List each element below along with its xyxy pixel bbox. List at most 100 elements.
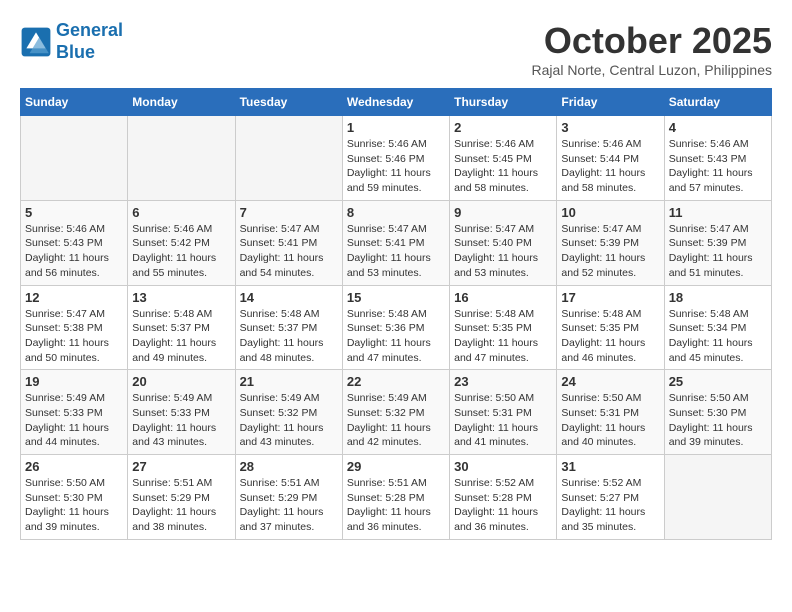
calendar-cell: 2 Sunrise: 5:46 AM Sunset: 5:45 PM Daylig… — [450, 116, 557, 201]
calendar-cell: 23Sunrise: 5:50 AM Sunset: 5:31 PM Dayli… — [450, 370, 557, 455]
day-number: 16 — [454, 290, 552, 305]
location: Rajal Norte, Central Luzon, Philippines — [532, 62, 772, 78]
day-info: Sunrise: 5:46 AM Sunset: 5:42 PM Dayligh… — [132, 222, 230, 281]
day-number: 30 — [454, 459, 552, 474]
day-info: Sunrise: 5:51 AM Sunset: 5:29 PM Dayligh… — [132, 476, 230, 535]
logo: General Blue — [20, 20, 123, 63]
day-info: Sunrise: 5:48 AM Sunset: 5:35 PM Dayligh… — [561, 307, 659, 366]
day-number: 8 — [347, 205, 445, 220]
day-info: Sunrise: 5:48 AM Sunset: 5:35 PM Dayligh… — [454, 307, 552, 366]
day-number: 13 — [132, 290, 230, 305]
calendar-cell: 20Sunrise: 5:49 AM Sunset: 5:33 PM Dayli… — [128, 370, 235, 455]
day-info: Sunrise: 5:52 AM Sunset: 5:27 PM Dayligh… — [561, 476, 659, 535]
calendar-cell: 30 Sunrise: 5:52 AM Sunset: 5:28 PM Dayli… — [450, 455, 557, 540]
day-info: Sunrise: 5:47 AM Sunset: 5:40 PM Dayligh… — [454, 222, 552, 281]
calendar-cell: 15Sunrise: 5:48 AM Sunset: 5:36 PM Dayli… — [342, 285, 449, 370]
page-header: General Blue October 2025 Rajal Norte, C… — [20, 20, 772, 78]
logo-icon — [20, 26, 52, 58]
calendar-cell: 19Sunrise: 5:49 AM Sunset: 5:33 PM Dayli… — [21, 370, 128, 455]
calendar-cell: 26 Sunrise: 5:50 AM Sunset: 5:30 PM Dayli… — [21, 455, 128, 540]
calendar-week-row: 1 Sunrise: 5:46 AM Sunset: 5:46 PM Daylig… — [21, 116, 772, 201]
day-number: 14 — [240, 290, 338, 305]
calendar-week-row: 12Sunrise: 5:47 AM Sunset: 5:38 PM Dayli… — [21, 285, 772, 370]
day-info: Sunrise: 5:49 AM Sunset: 5:32 PM Dayligh… — [240, 391, 338, 450]
day-number: 25 — [669, 374, 767, 389]
day-number: 22 — [347, 374, 445, 389]
calendar-cell: 11Sunrise: 5:47 AM Sunset: 5:39 PM Dayli… — [664, 200, 771, 285]
day-info: Sunrise: 5:48 AM Sunset: 5:37 PM Dayligh… — [132, 307, 230, 366]
calendar-cell: 10Sunrise: 5:47 AM Sunset: 5:39 PM Dayli… — [557, 200, 664, 285]
calendar-cell: 5 Sunrise: 5:46 AM Sunset: 5:43 PM Daylig… — [21, 200, 128, 285]
day-info: Sunrise: 5:49 AM Sunset: 5:32 PM Dayligh… — [347, 391, 445, 450]
calendar-cell: 13 Sunrise: 5:48 AM Sunset: 5:37 PM Dayli… — [128, 285, 235, 370]
day-info: Sunrise: 5:52 AM Sunset: 5:28 PM Dayligh… — [454, 476, 552, 535]
day-number: 4 — [669, 120, 767, 135]
day-number: 18 — [669, 290, 767, 305]
calendar-cell: 18Sunrise: 5:48 AM Sunset: 5:34 PM Dayli… — [664, 285, 771, 370]
weekday-header-cell: Saturday — [664, 89, 771, 116]
weekday-header-cell: Thursday — [450, 89, 557, 116]
day-info: Sunrise: 5:46 AM Sunset: 5:43 PM Dayligh… — [669, 137, 767, 196]
day-number: 20 — [132, 374, 230, 389]
calendar-cell: 24Sunrise: 5:50 AM Sunset: 5:31 PM Dayli… — [557, 370, 664, 455]
calendar-cell: 28 Sunrise: 5:51 AM Sunset: 5:29 PM Dayli… — [235, 455, 342, 540]
calendar-cell: 29 Sunrise: 5:51 AM Sunset: 5:28 PM Dayli… — [342, 455, 449, 540]
day-number: 9 — [454, 205, 552, 220]
day-info: Sunrise: 5:51 AM Sunset: 5:29 PM Dayligh… — [240, 476, 338, 535]
logo-text: General Blue — [56, 20, 123, 63]
calendar-cell: 31 Sunrise: 5:52 AM Sunset: 5:27 PM Dayli… — [557, 455, 664, 540]
calendar-cell: 7 Sunrise: 5:47 AM Sunset: 5:41 PM Daylig… — [235, 200, 342, 285]
day-info: Sunrise: 5:46 AM Sunset: 5:45 PM Dayligh… — [454, 137, 552, 196]
day-info: Sunrise: 5:50 AM Sunset: 5:30 PM Dayligh… — [25, 476, 123, 535]
calendar-cell: 12Sunrise: 5:47 AM Sunset: 5:38 PM Dayli… — [21, 285, 128, 370]
calendar-cell — [21, 116, 128, 201]
day-number: 27 — [132, 459, 230, 474]
day-number: 12 — [25, 290, 123, 305]
day-number: 28 — [240, 459, 338, 474]
calendar-week-row: 26 Sunrise: 5:50 AM Sunset: 5:30 PM Dayli… — [21, 455, 772, 540]
title-block: October 2025 Rajal Norte, Central Luzon,… — [532, 20, 772, 78]
day-number: 31 — [561, 459, 659, 474]
day-info: Sunrise: 5:46 AM Sunset: 5:44 PM Dayligh… — [561, 137, 659, 196]
day-number: 24 — [561, 374, 659, 389]
day-info: Sunrise: 5:47 AM Sunset: 5:41 PM Dayligh… — [347, 222, 445, 281]
day-number: 21 — [240, 374, 338, 389]
day-info: Sunrise: 5:49 AM Sunset: 5:33 PM Dayligh… — [25, 391, 123, 450]
calendar-cell: 6Sunrise: 5:46 AM Sunset: 5:42 PM Daylig… — [128, 200, 235, 285]
calendar-cell: 17 Sunrise: 5:48 AM Sunset: 5:35 PM Dayli… — [557, 285, 664, 370]
weekday-header-cell: Wednesday — [342, 89, 449, 116]
weekday-header-cell: Friday — [557, 89, 664, 116]
calendar-cell: 1 Sunrise: 5:46 AM Sunset: 5:46 PM Daylig… — [342, 116, 449, 201]
day-number: 1 — [347, 120, 445, 135]
day-number: 2 — [454, 120, 552, 135]
weekday-header-row: SundayMondayTuesdayWednesdayThursdayFrid… — [21, 89, 772, 116]
day-number: 10 — [561, 205, 659, 220]
day-number: 29 — [347, 459, 445, 474]
calendar-table: SundayMondayTuesdayWednesdayThursdayFrid… — [20, 88, 772, 540]
weekday-header-cell: Tuesday — [235, 89, 342, 116]
day-number: 26 — [25, 459, 123, 474]
calendar-cell: 4 Sunrise: 5:46 AM Sunset: 5:43 PM Daylig… — [664, 116, 771, 201]
day-info: Sunrise: 5:47 AM Sunset: 5:41 PM Dayligh… — [240, 222, 338, 281]
day-info: Sunrise: 5:46 AM Sunset: 5:43 PM Dayligh… — [25, 222, 123, 281]
day-number: 17 — [561, 290, 659, 305]
day-number: 7 — [240, 205, 338, 220]
day-info: Sunrise: 5:51 AM Sunset: 5:28 PM Dayligh… — [347, 476, 445, 535]
calendar-cell — [664, 455, 771, 540]
weekday-header-cell: Sunday — [21, 89, 128, 116]
calendar-cell — [128, 116, 235, 201]
weekday-header-cell: Monday — [128, 89, 235, 116]
month-title: October 2025 — [532, 20, 772, 62]
calendar-cell: 16 Sunrise: 5:48 AM Sunset: 5:35 PM Dayli… — [450, 285, 557, 370]
day-info: Sunrise: 5:48 AM Sunset: 5:37 PM Dayligh… — [240, 307, 338, 366]
day-number: 3 — [561, 120, 659, 135]
day-number: 15 — [347, 290, 445, 305]
calendar-cell: 25Sunrise: 5:50 AM Sunset: 5:30 PM Dayli… — [664, 370, 771, 455]
day-number: 5 — [25, 205, 123, 220]
calendar-cell: 8 Sunrise: 5:47 AM Sunset: 5:41 PM Daylig… — [342, 200, 449, 285]
calendar-week-row: 5 Sunrise: 5:46 AM Sunset: 5:43 PM Daylig… — [21, 200, 772, 285]
day-info: Sunrise: 5:46 AM Sunset: 5:46 PM Dayligh… — [347, 137, 445, 196]
calendar-week-row: 19Sunrise: 5:49 AM Sunset: 5:33 PM Dayli… — [21, 370, 772, 455]
day-info: Sunrise: 5:47 AM Sunset: 5:39 PM Dayligh… — [669, 222, 767, 281]
calendar-cell: 3 Sunrise: 5:46 AM Sunset: 5:44 PM Daylig… — [557, 116, 664, 201]
